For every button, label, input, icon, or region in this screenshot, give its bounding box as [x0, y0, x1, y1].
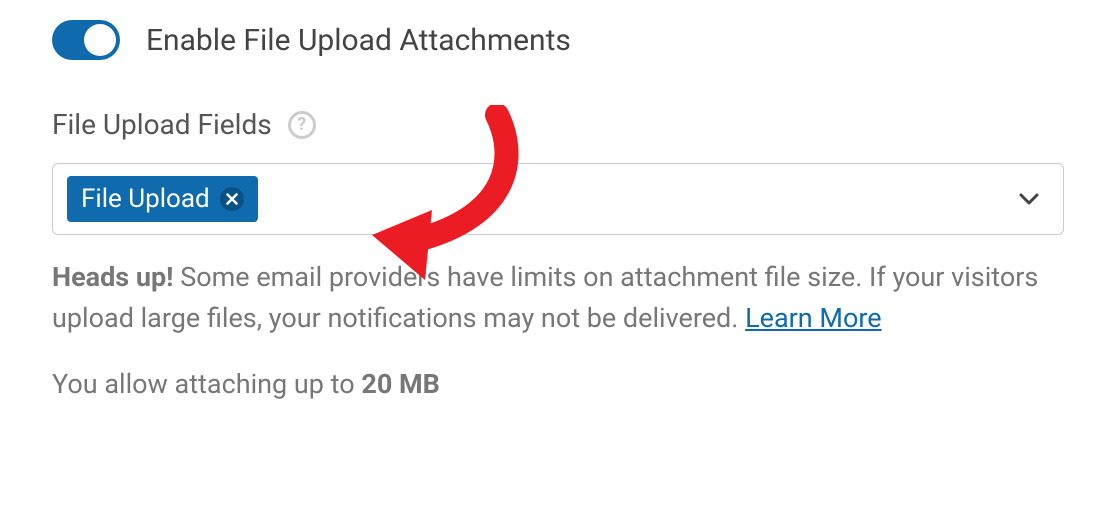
chip-label: File Upload — [81, 184, 210, 214]
limit-value: 20 MB — [361, 368, 440, 400]
chevron-down-icon — [1017, 187, 1041, 211]
toggle-label: Enable File Upload Attachments — [146, 23, 571, 58]
field-label-row: File Upload Fields ? — [52, 108, 1064, 141]
settings-panel: Enable File Upload Attachments File Uplo… — [52, 20, 1064, 400]
help-icon[interactable]: ? — [288, 111, 316, 139]
warning-body: Some email providers have limits on atta… — [52, 261, 1038, 334]
enable-toggle-row: Enable File Upload Attachments — [52, 20, 1064, 60]
toggle-knob — [84, 24, 116, 56]
heads-up-label: Heads up! — [52, 261, 174, 293]
learn-more-link[interactable]: Learn More — [745, 302, 882, 334]
limit-prefix: You allow attaching up to — [52, 368, 361, 400]
attachment-limit-text: You allow attaching up to 20 MB — [52, 368, 1064, 400]
chip-remove-icon[interactable] — [220, 187, 244, 211]
warning-text: Heads up! Some email providers have limi… — [52, 257, 1064, 338]
file-upload-chip: File Upload — [67, 176, 258, 222]
file-upload-fields-select[interactable]: File Upload — [52, 163, 1064, 235]
file-upload-fields-label: File Upload Fields — [52, 108, 272, 141]
enable-attachments-toggle[interactable] — [52, 20, 120, 60]
